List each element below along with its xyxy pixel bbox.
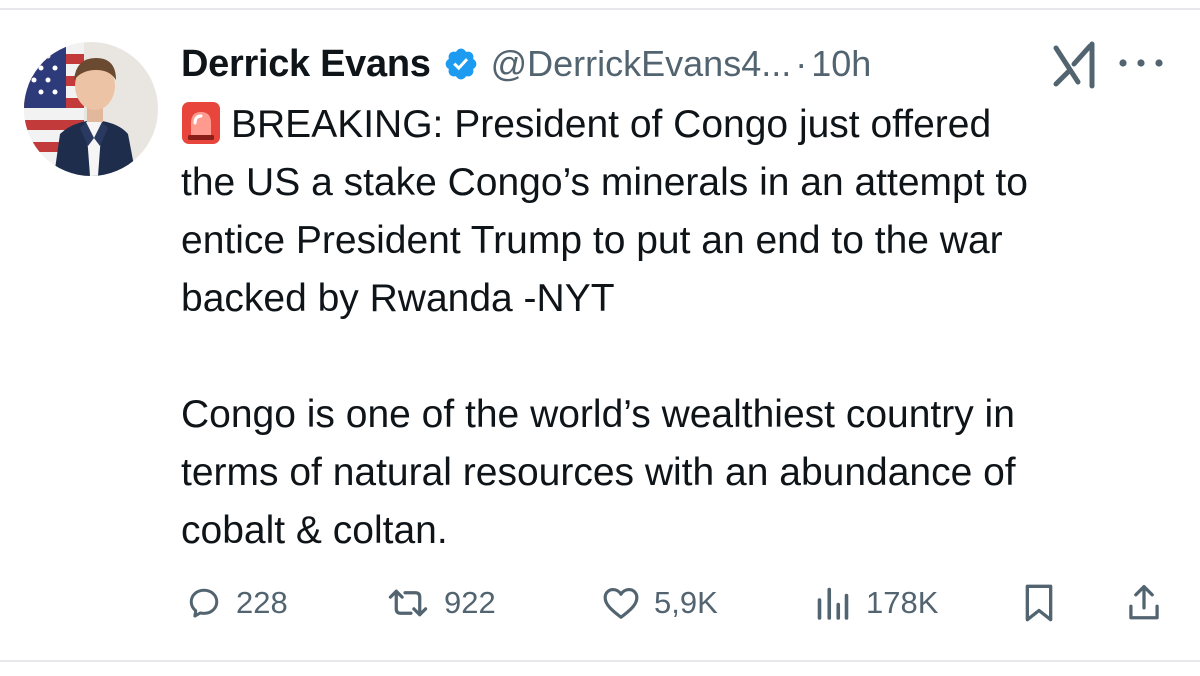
views-button[interactable]: 178K xyxy=(814,578,938,628)
tweet-timestamp[interactable]: 10h xyxy=(811,43,871,85)
repost-button[interactable]: 922 xyxy=(386,578,496,628)
author-handle[interactable]: @DerrickEvans4... xyxy=(491,43,792,85)
share-icon xyxy=(1129,585,1159,620)
share-button[interactable] xyxy=(1126,578,1162,628)
tweet-actions: 228 922 5,9K 178K xyxy=(0,578,1200,628)
bottom-divider xyxy=(0,660,1200,662)
avatar[interactable] xyxy=(24,42,158,176)
tweet-header: Derrick Evans @DerrickEvans4... · 10h xyxy=(181,36,871,92)
like-count: 5,9K xyxy=(654,585,718,620)
rotating-light-icon xyxy=(182,102,220,144)
repost-icon xyxy=(388,589,428,617)
reply-button[interactable]: 228 xyxy=(186,578,288,628)
reply-count: 228 xyxy=(236,585,288,620)
views-count: 178K xyxy=(866,585,939,620)
heart-icon xyxy=(603,587,639,619)
bookmark-icon xyxy=(1025,584,1053,622)
tweet-body: BREAKING: President of Congo just offere… xyxy=(181,96,1181,560)
more-options-icon[interactable] xyxy=(1116,56,1166,70)
grok-icon[interactable] xyxy=(1052,40,1104,90)
avatar-image xyxy=(24,42,158,176)
author-name[interactable]: Derrick Evans xyxy=(181,43,431,86)
bookmark-button[interactable] xyxy=(1022,578,1056,628)
header-separator: · xyxy=(795,43,808,84)
views-icon xyxy=(817,587,849,620)
verified-badge-icon xyxy=(445,48,476,80)
like-button[interactable]: 5,9K xyxy=(602,578,718,628)
top-divider xyxy=(0,8,1200,10)
tweet-text: BREAKING: President of Congo just offere… xyxy=(181,103,1028,552)
reply-icon xyxy=(189,588,219,618)
repost-count: 922 xyxy=(444,585,496,620)
